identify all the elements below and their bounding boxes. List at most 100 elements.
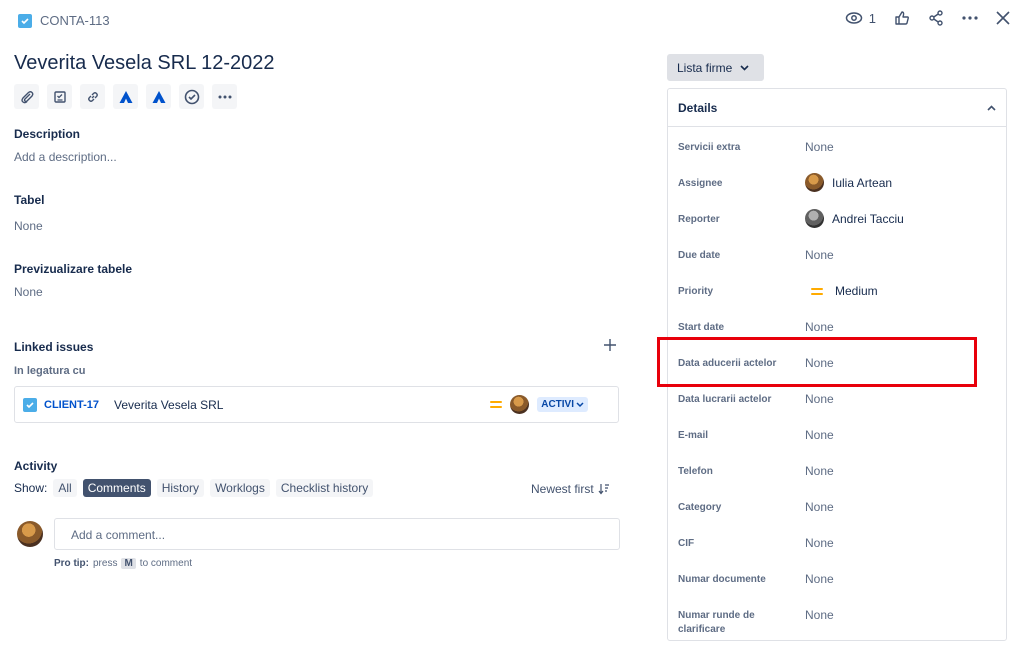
filter-worklogs[interactable]: Worklogs — [210, 479, 270, 497]
add-checklist-button[interactable] — [47, 84, 72, 109]
issue-key-breadcrumb[interactable]: CONTA-113 — [18, 13, 110, 28]
comment-input[interactable]: Add a comment... — [54, 518, 620, 550]
reporter-avatar — [805, 209, 824, 228]
filter-history[interactable]: History — [156, 479, 205, 497]
linked-issue-meta: ACTIVI — [490, 395, 588, 414]
chevron-down-icon — [740, 64, 749, 71]
link-icon — [86, 90, 100, 104]
field-value-category[interactable]: None — [805, 500, 834, 514]
activity-filter-row: Show: All Comments History Worklogs Chec… — [14, 479, 374, 497]
field-label-data-lucrarii-actelor: Data lucrarii actelor — [678, 394, 772, 405]
watch-button[interactable]: 1 — [845, 11, 876, 26]
lista-firme-dropdown[interactable]: Lista firme — [667, 54, 764, 81]
task-type-icon — [23, 397, 37, 412]
eye-icon — [845, 11, 863, 25]
priority-medium-icon — [490, 401, 503, 408]
assignee-avatar — [805, 173, 824, 192]
field-label-reporter: Reporter — [678, 214, 720, 225]
details-header[interactable]: Details — [668, 89, 1006, 127]
lista-firme-label: Lista firme — [677, 60, 733, 75]
top-bar: CONTA-113 1 — [0, 0, 1024, 44]
more-icon[interactable] — [962, 16, 978, 20]
assignee-name: Iulia Artean — [832, 175, 893, 190]
priority-name: Medium — [835, 284, 878, 298]
link-issue-button[interactable] — [80, 84, 105, 109]
issue-toolbar — [14, 84, 237, 109]
highlight-box — [657, 337, 977, 387]
field-value-start-date[interactable]: None — [805, 320, 834, 334]
thumbs-up-icon[interactable] — [894, 10, 910, 26]
field-value-priority[interactable]: Medium — [805, 284, 878, 298]
more-actions-button[interactable] — [212, 84, 237, 109]
status-label: ACTIVI — [541, 399, 574, 410]
tabel-label: Tabel — [14, 193, 45, 207]
filter-all[interactable]: All — [53, 479, 77, 497]
linked-issue-row[interactable]: CLIENT-17 Veverita Vesela SRL ACTIVI — [14, 386, 619, 423]
protip-key: M — [121, 558, 136, 569]
linked-issue-key[interactable]: CLIENT-17 — [44, 399, 99, 411]
add-linked-issue-icon[interactable] — [602, 337, 618, 353]
field-value-text: None — [805, 500, 834, 514]
description-label: Description — [14, 127, 81, 141]
linked-issue-summary[interactable]: Veverita Vesela SRL — [114, 398, 223, 412]
chevron-up-icon[interactable] — [987, 104, 996, 111]
current-user-avatar — [17, 521, 43, 547]
field-label-cif: CIF — [678, 538, 695, 549]
approve-button[interactable] — [179, 84, 204, 109]
field-value-reporter[interactable]: Andrei Tacciu — [805, 209, 904, 228]
priority-medium-icon — [811, 287, 823, 295]
description-field[interactable]: Add a description... — [14, 150, 117, 164]
chevron-down-icon — [576, 401, 584, 408]
field-value-servicii-extra[interactable]: None — [805, 140, 834, 154]
sort-icon — [598, 483, 610, 495]
field-value-text: None — [805, 392, 834, 406]
activity-label: Activity — [14, 459, 58, 473]
atlassian-app-button-2[interactable] — [146, 84, 171, 109]
field-value-email[interactable]: None — [805, 428, 834, 442]
avatar — [510, 395, 530, 414]
field-value-text: None — [805, 608, 834, 622]
field-label-category: Category — [678, 502, 722, 513]
field-value-assignee[interactable]: Iulia Artean — [805, 173, 892, 192]
field-label-priority: Priority — [678, 286, 714, 297]
watch-count: 1 — [868, 10, 876, 26]
tabel-value[interactable]: None — [14, 219, 43, 233]
linked-issues-label: Linked issues — [14, 340, 94, 354]
field-value-telefon[interactable]: None — [805, 464, 834, 478]
field-value-text: None — [805, 140, 834, 154]
field-value-data-lucrarii-actelor[interactable]: None — [805, 392, 834, 406]
reporter-name: Andrei Tacciu — [832, 211, 904, 226]
details-title: Details — [678, 100, 718, 115]
protip-bold: Pro tip: — [54, 558, 89, 569]
more-icon — [218, 95, 232, 99]
field-label-due-date: Due date — [678, 250, 721, 261]
checklist-icon — [53, 90, 67, 104]
issue-key-label[interactable]: CONTA-113 — [40, 13, 110, 28]
field-value-numar-runde-de-clarificare[interactable]: None — [805, 608, 834, 622]
atlassian-app-button-1[interactable] — [113, 84, 138, 109]
field-value-due-date[interactable]: None — [805, 248, 834, 262]
field-label-numar-documente: Numar documente — [678, 574, 766, 585]
issue-title[interactable]: Veverita Vesela SRL 12-2022 — [14, 52, 275, 75]
close-icon[interactable] — [996, 11, 1010, 25]
share-icon[interactable] — [928, 10, 944, 26]
field-label-email: E-mail — [678, 430, 709, 441]
field-label-telefon: Telefon — [678, 466, 713, 477]
sort-order-button[interactable]: Newest first — [531, 482, 610, 496]
show-label: Show: — [14, 481, 48, 495]
previzualizare-label: Previzualizare tabele — [14, 262, 133, 276]
attach-button[interactable] — [14, 84, 39, 109]
paperclip-icon — [20, 90, 34, 104]
field-value-text: None — [805, 572, 834, 586]
previzualizare-value[interactable]: None — [14, 285, 43, 299]
field-label-numar-runde-de-clarificare: Numar runde de clarificare — [678, 610, 755, 635]
field-value-cif[interactable]: None — [805, 536, 834, 550]
field-value-text: None — [805, 248, 834, 262]
filter-checklist-history[interactable]: Checklist history — [275, 479, 374, 497]
task-type-icon — [18, 13, 32, 28]
field-label-assignee: Assignee — [678, 178, 723, 189]
field-value-numar-documente[interactable]: None — [805, 572, 834, 586]
status-badge[interactable]: ACTIVI — [537, 397, 588, 412]
filter-comments[interactable]: Comments — [82, 479, 151, 497]
top-actions: 1 — [845, 10, 1010, 26]
